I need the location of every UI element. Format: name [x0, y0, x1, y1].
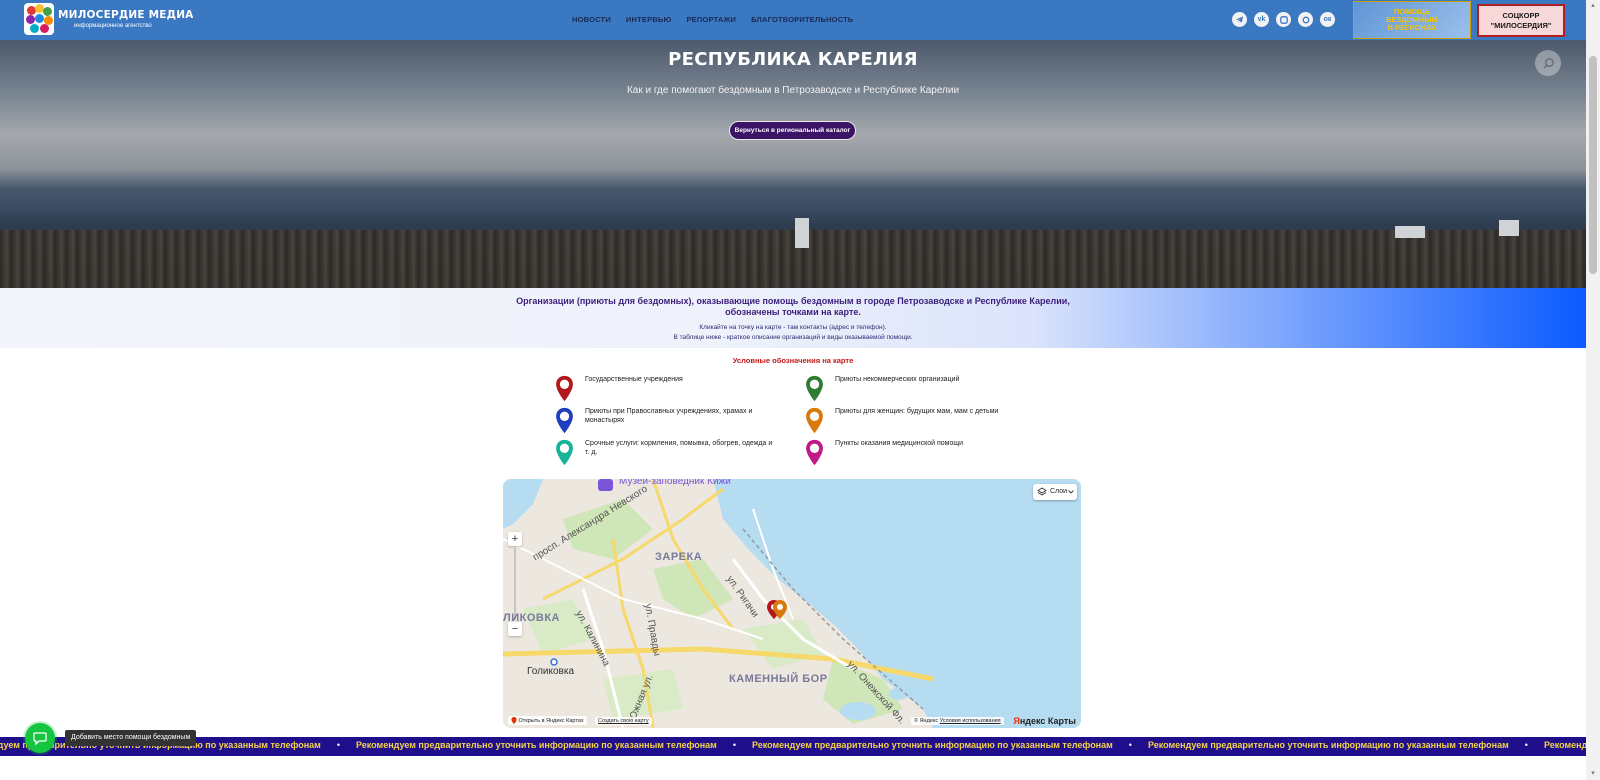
- back-to-catalog-button[interactable]: Вернуться в региональный каталог: [729, 121, 856, 140]
- logo-emblem-icon: [24, 3, 54, 35]
- map-zoom-control: + −: [508, 532, 522, 636]
- search-button[interactable]: [1535, 50, 1561, 76]
- dzen-icon[interactable]: [1298, 12, 1313, 27]
- red-map-pin-icon: [556, 375, 573, 402]
- ticker-separator: •: [336, 740, 340, 750]
- scroll-up-arrow-icon[interactable]: ▴: [1589, 2, 1597, 10]
- yandex-map[interactable]: Музей-заповедник Кижи ЗАРЕКА ЛИКОВКА КАМ…: [503, 479, 1081, 728]
- open-in-yandex-label: Открыть в Яндекс Картах: [518, 717, 584, 724]
- legend-label: Приюты для женщин: будущих мам, мам с де…: [835, 408, 999, 415]
- orange-map-pin-icon: [806, 407, 823, 434]
- legend-label: Пункты оказания медицинской помощи: [835, 440, 964, 447]
- intro-heading: Организации (приюты для бездомных), оказ…: [0, 296, 1586, 318]
- legend-item-orthodox: Приюты при Православных учреждениях, хра…: [555, 407, 775, 435]
- zoom-in-button[interactable]: +: [508, 532, 522, 546]
- nav-reports[interactable]: РЕПОРТАЖИ: [686, 15, 736, 24]
- legend-item-women: Приюты для женщин: будущих мам, мам с де…: [805, 407, 1085, 435]
- yandex-logo-text: ндекс Карты: [1019, 716, 1076, 726]
- terms-link[interactable]: Условия использования: [940, 718, 1001, 724]
- page-scrollbar[interactable]: ▴ ▾: [1586, 0, 1600, 780]
- chat-tooltip: Добавить место помощи бездомным: [65, 730, 197, 746]
- intro-text-line1: Кликайте на точку на карте - там контакт…: [699, 324, 887, 331]
- intro-heading-line2: обозначены точками на карте.: [725, 307, 861, 317]
- hero-banner: РЕСПУБЛИКА КАРЕЛИЯ Как и где помогают бе…: [0, 40, 1586, 288]
- vk-icon[interactable]: vk: [1254, 12, 1269, 27]
- green-map-pin-icon: [806, 375, 823, 402]
- chevron-down-icon: [1068, 490, 1074, 494]
- hero-cityscape: [0, 230, 1586, 288]
- add-help-place-button[interactable]: [25, 723, 55, 753]
- legend-label: Срочные услуги: кормления, помывка, обог…: [585, 440, 773, 456]
- copyright-text: © Яндекс: [914, 718, 939, 724]
- site-logo[interactable]: МИЛОСЕРДИЕ МЕДИА информационное агентств…: [24, 3, 194, 35]
- scroll-down-arrow-icon[interactable]: ▾: [1589, 770, 1597, 778]
- page: МИЛОСЕРДИЕ МЕДИА информационное агентств…: [0, 0, 1600, 780]
- create-map-link[interactable]: Создать свою карту: [595, 717, 652, 725]
- yandex-maps-logo[interactable]: Яндекс Карты: [1013, 716, 1076, 726]
- map-label-poi: Музей-заповедник Кижи: [619, 479, 731, 487]
- logo-subtitle: информационное агентство: [74, 23, 152, 29]
- main-nav: НОВОСТИ ИНТЕРВЬЮ РЕПОРТАЖИ БЛАГОТВОРИТЕЛ…: [572, 15, 854, 24]
- nav-news[interactable]: НОВОСТИ: [572, 15, 611, 24]
- odnoklassniki-icon[interactable]: ок: [1320, 12, 1335, 27]
- map-label-district: ЗАРЕКА: [655, 551, 703, 563]
- news-ticker: Рекомендуем предварительно уточнить инфо…: [0, 737, 1586, 756]
- help-regions-line3: В РЕГИОНАХ: [1387, 23, 1437, 32]
- page-title: РЕСПУБЛИКА КАРЕЛИЯ: [668, 49, 918, 70]
- blue-map-pin-icon: [556, 407, 573, 434]
- legend-item-government: Государственные учреждения: [555, 375, 775, 403]
- map-copyright: © Яндекс Условия использования: [911, 717, 1004, 725]
- hero-building: [1499, 220, 1519, 236]
- nav-interviews[interactable]: ИНТЕРВЬЮ: [626, 15, 672, 24]
- legend-item-medical: Пункты оказания медицинской помощи: [805, 439, 1085, 467]
- magenta-map-pin-icon: [806, 439, 823, 466]
- ticker-separator: •: [732, 740, 736, 750]
- ticker-separator: •: [1524, 740, 1528, 750]
- chat-icon: [33, 731, 47, 745]
- layers-icon: [1037, 487, 1047, 496]
- ticker-message: Рекомендуем предварительно уточнить инфо…: [355, 740, 717, 750]
- legend-label: Приюты некоммерческих организаций: [835, 376, 960, 383]
- rutube-icon[interactable]: [1276, 12, 1291, 27]
- map-label-place: Голиковка: [527, 666, 575, 677]
- socorp-line2: "МИЛОСЕРДИЯ": [1490, 21, 1552, 30]
- zoom-out-button[interactable]: −: [508, 622, 522, 636]
- map-pin-icon: [511, 717, 517, 724]
- map-layers-button[interactable]: Слои: [1033, 484, 1077, 500]
- zoom-slider-track[interactable]: [514, 548, 516, 620]
- intro-heading-line1: Организации (приюты для бездомных), оказ…: [516, 296, 1070, 306]
- map-label-district: КАМЕННЫЙ БОР: [729, 673, 828, 685]
- teal-map-pin-icon: [556, 439, 573, 466]
- scroll-thumb[interactable]: [1589, 56, 1597, 274]
- page-subtitle: Как и где помогают бездомным в Петрозаво…: [626, 85, 960, 96]
- legend-item-urgent: Срочные услуги: кормления, помывка, обог…: [555, 439, 775, 467]
- social-links: vk ок: [1232, 12, 1335, 27]
- hero-building: [1395, 226, 1425, 238]
- open-in-yandex-link[interactable]: Открыть в Яндекс Картах: [508, 716, 587, 725]
- ticker-track: Рекомендуем предварительно уточнить инфо…: [0, 740, 1586, 750]
- socorp-button[interactable]: СОЦКОРР "МИЛОСЕРДИЯ": [1477, 4, 1565, 37]
- telegram-icon[interactable]: [1232, 12, 1247, 27]
- socorp-line1: СОЦКОРР: [1502, 11, 1540, 20]
- ticker-message: Рекомендуем предварительно уточнить инфо…: [1147, 740, 1509, 750]
- legend-item-nonprofit: Приюты некоммерческих организаций: [805, 375, 1025, 403]
- ticker-message: Рекомендуем предварительно уточнить инфо…: [1543, 740, 1586, 750]
- help-regions-button[interactable]: ПОМОЩЬ БЕЗДОМНЫМ В РЕГИОНАХ: [1353, 1, 1471, 39]
- intro-text-line2: В таблице ниже - краткое описание органи…: [673, 334, 913, 341]
- logo-title: МИЛОСЕРДИЕ МЕДИА: [58, 9, 194, 21]
- intro-band: Организации (приюты для бездомных), оказ…: [0, 288, 1586, 348]
- legend-label: Приюты при Православных учреждениях, хра…: [585, 408, 753, 424]
- map-layers-label: Слои: [1050, 488, 1068, 495]
- nav-charity[interactable]: БЛАГОТВОРИТЕЛЬНОСТЬ: [751, 15, 853, 24]
- site-header: МИЛОСЕРДИЕ МЕДИА информационное агентств…: [0, 0, 1586, 40]
- hero-building: [795, 218, 809, 248]
- ticker-message: Рекомендуем предварительно уточнить инфо…: [751, 740, 1113, 750]
- legend-label: Государственные учреждения: [585, 376, 683, 383]
- search-icon: [1542, 57, 1554, 69]
- ticker-separator: •: [1128, 740, 1132, 750]
- legend-title: Условные обозначения на карте: [732, 356, 854, 365]
